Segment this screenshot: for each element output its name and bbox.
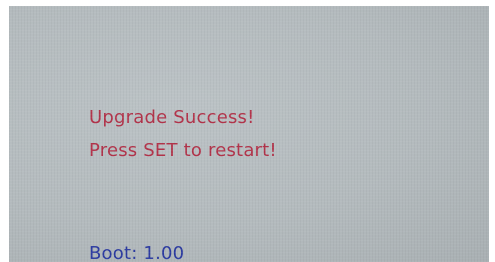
upgrade-success-message: Upgrade Success! bbox=[89, 107, 255, 128]
lcd-screen: Upgrade Success! Press SET to restart! B… bbox=[9, 6, 489, 262]
restart-instruction: Press SET to restart! bbox=[89, 140, 277, 161]
device-frame: Upgrade Success! Press SET to restart! B… bbox=[0, 0, 495, 262]
boot-version-label: Boot: 1.00 bbox=[89, 243, 185, 262]
